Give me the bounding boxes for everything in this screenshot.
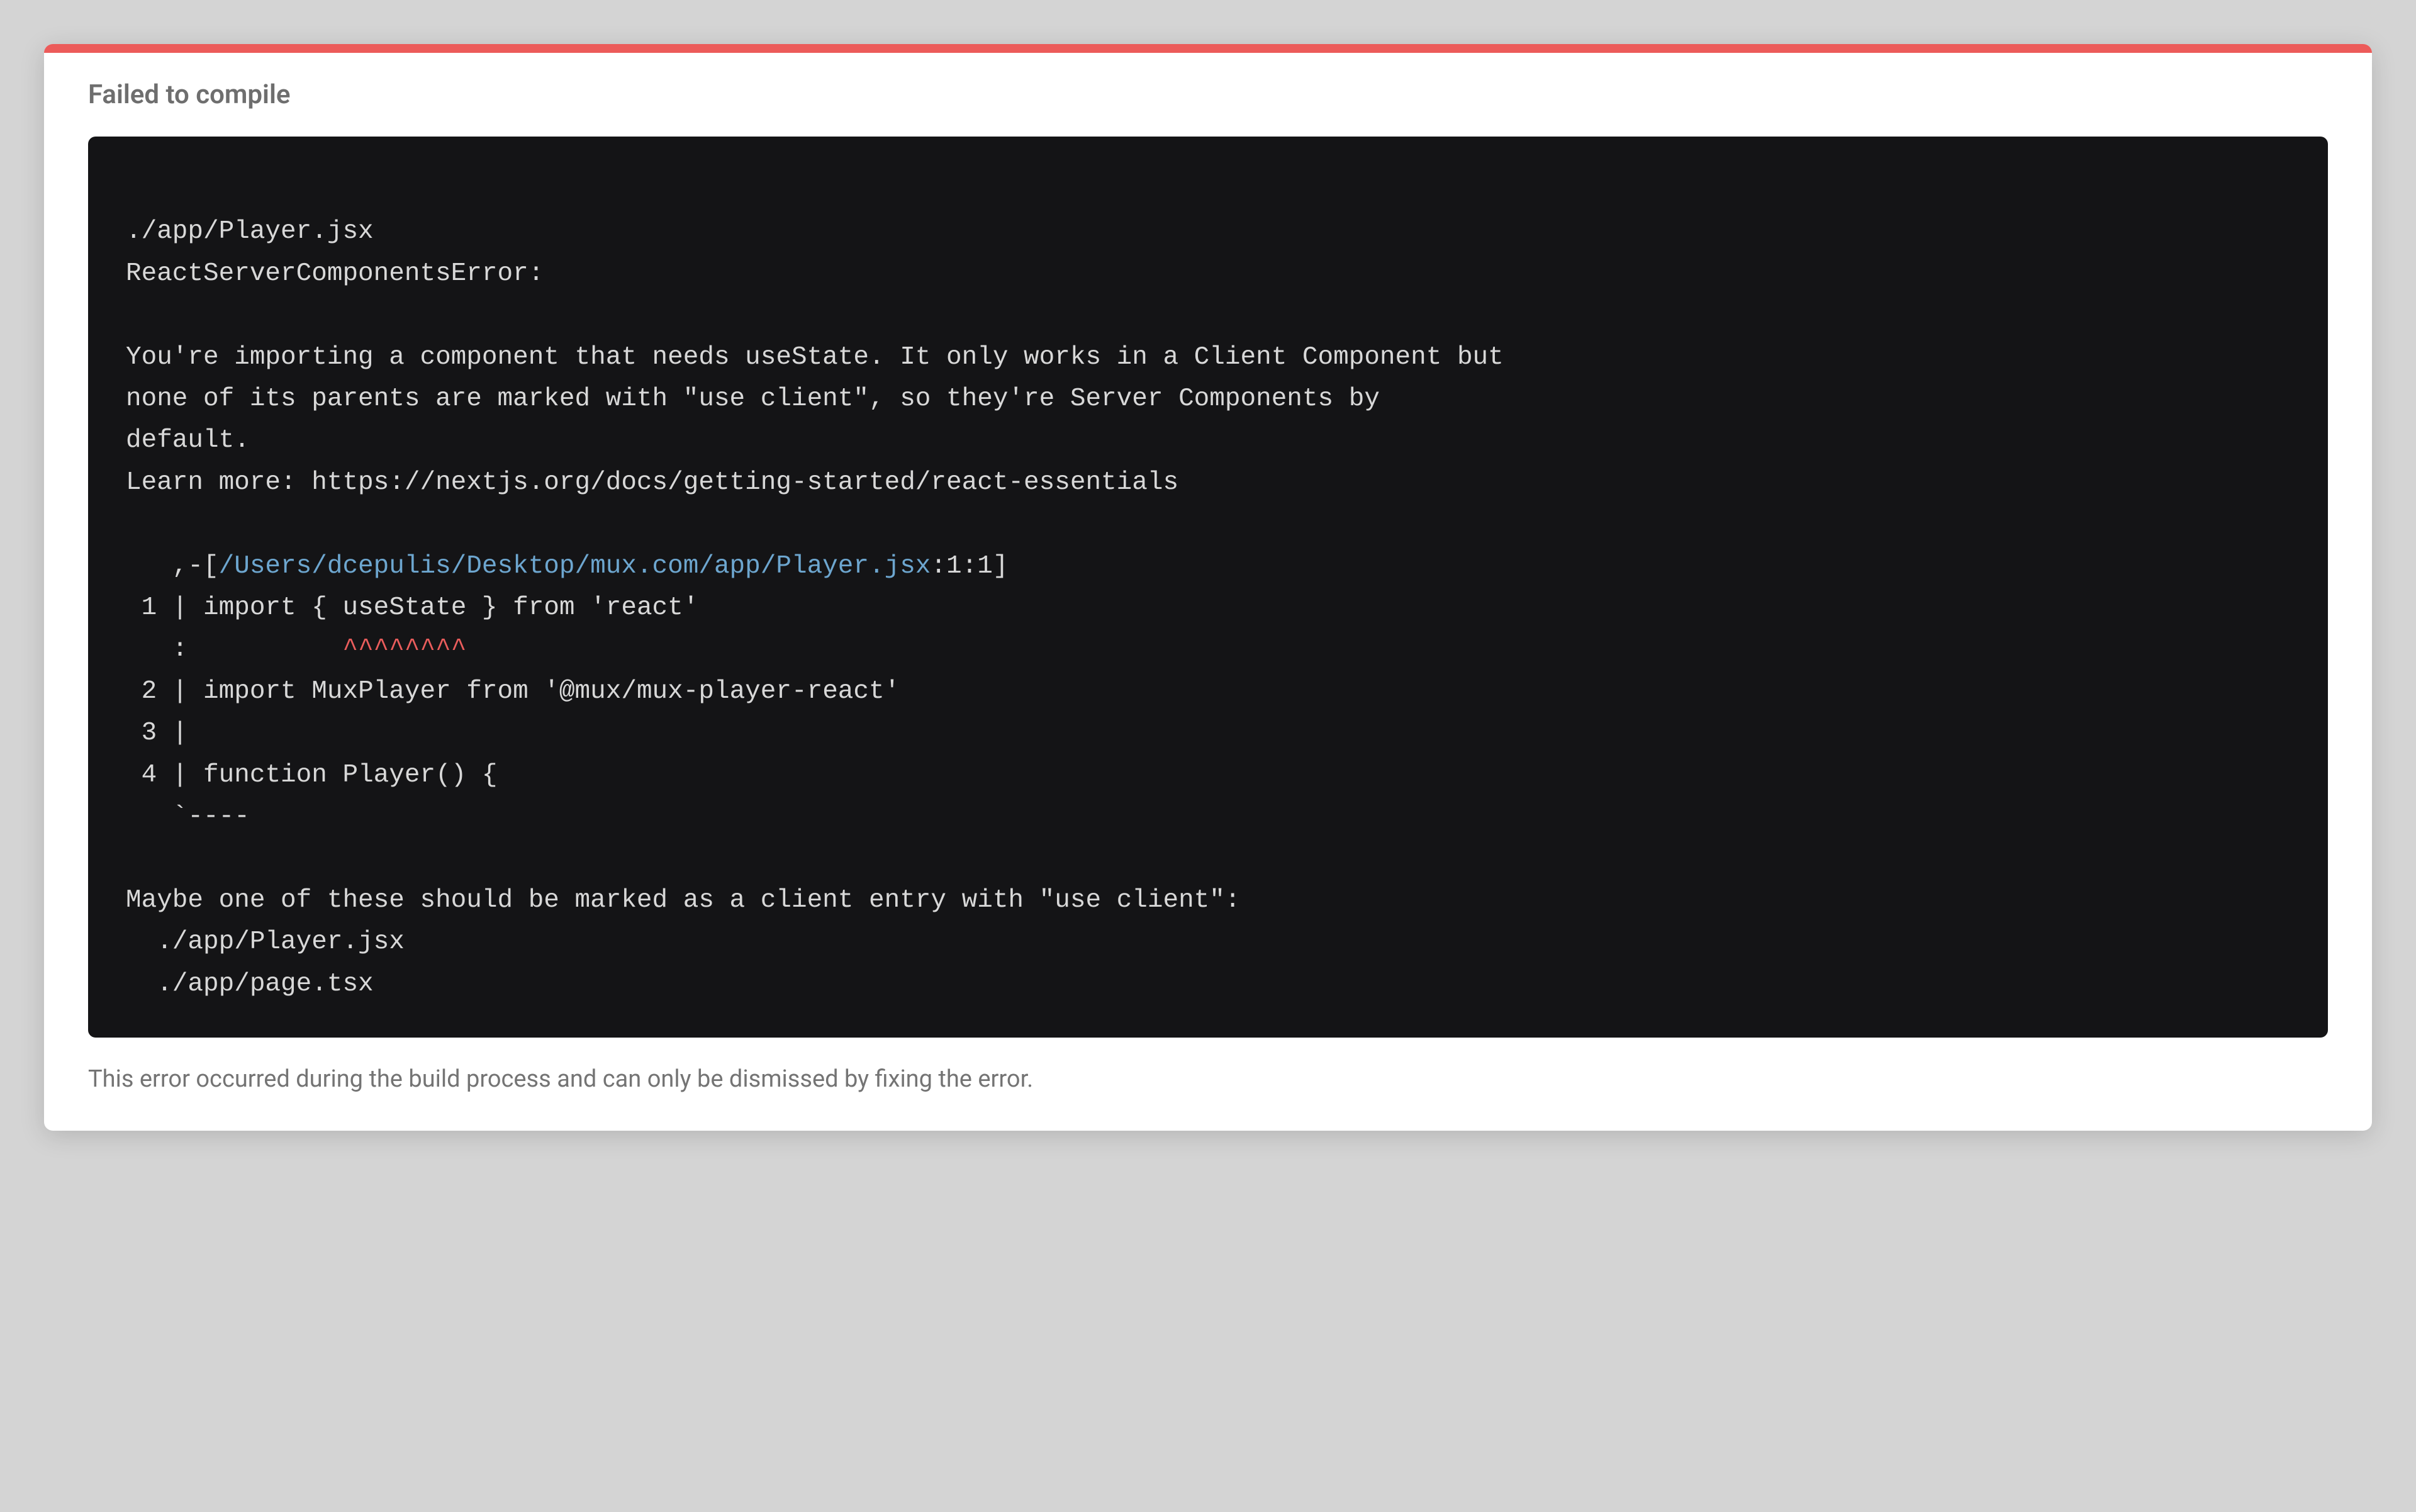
code-source-line: 1 | import { useState } from 'react' — [126, 593, 698, 622]
code-frame-close: `---- — [126, 802, 250, 831]
code-hint-file: ./app/page.tsx — [126, 970, 374, 999]
code-source-line: 2 | import MuxPlayer from '@mux/mux-play… — [126, 677, 900, 706]
code-file-path: ./app/Player.jsx — [126, 217, 374, 246]
error-footer-note: This error occurred during the build pro… — [44, 1038, 2372, 1131]
code-frame-path: /Users/dcepulis/Desktop/mux.com/app/Play… — [219, 552, 931, 581]
code-hint-header: Maybe one of these should be marked as a… — [126, 886, 1241, 915]
error-accent-bar — [44, 44, 2372, 53]
code-learn-more: Learn more: https://nextjs.org/docs/gett… — [126, 468, 1178, 497]
code-message-line: none of its parents are marked with "use… — [126, 384, 1380, 413]
code-frame-open: ,-[/Users/dcepulis/Desktop/mux.com/app/P… — [126, 552, 1008, 581]
code-source-line: 3 | — [126, 719, 203, 748]
code-caret-line: : ^^^^^^^^ — [126, 635, 466, 664]
error-code-block: ./app/Player.jsx ReactServerComponentsEr… — [88, 137, 2328, 1038]
code-message-line: default. — [126, 426, 250, 455]
error-title: Failed to compile — [44, 53, 2372, 137]
code-error-label: ReactServerComponentsError: — [126, 259, 544, 288]
code-caret-marker: ^^^^^^^^ — [342, 635, 466, 664]
code-message-line: You're importing a component that needs … — [126, 343, 1504, 372]
error-overlay-card: Failed to compile ./app/Player.jsx React… — [44, 44, 2372, 1131]
code-hint-file: ./app/Player.jsx — [126, 927, 405, 956]
code-source-line: 4 | function Player() { — [126, 761, 498, 790]
